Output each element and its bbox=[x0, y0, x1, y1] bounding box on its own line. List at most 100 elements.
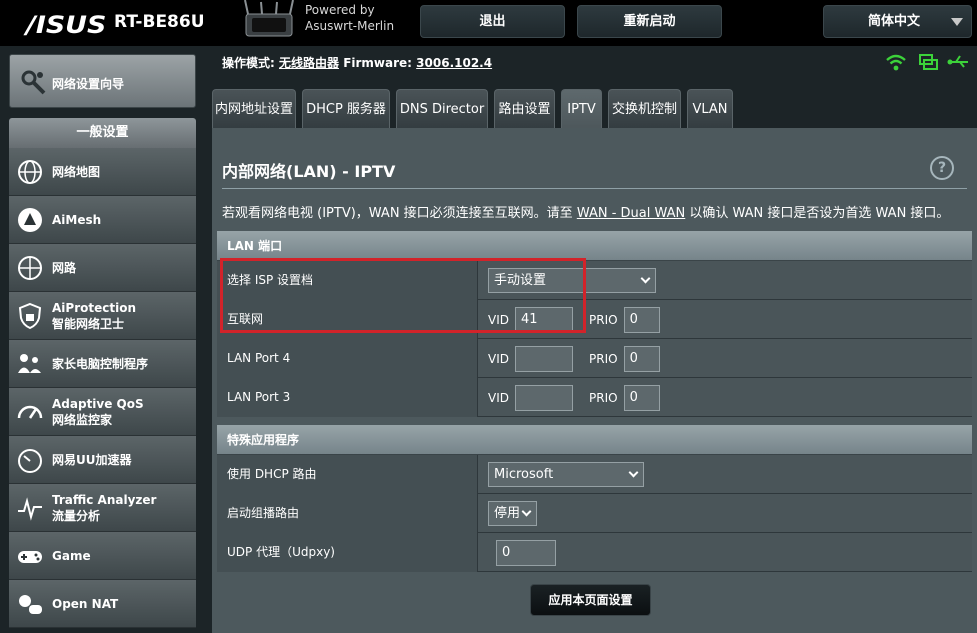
router-model: RT-BE86U bbox=[114, 12, 205, 32]
tab-iptv[interactable]: IPTV bbox=[561, 89, 602, 129]
internet-prio-input[interactable]: 0 bbox=[623, 306, 660, 333]
iptv-panel: 内部网络(LAN) - IPTV ? 若观看网络电视 (IPTV)，WAN 接口… bbox=[212, 128, 977, 633]
reboot-button[interactable]: 重新启动 bbox=[577, 5, 722, 38]
udpxy-input[interactable]: 0 bbox=[496, 539, 556, 566]
table-row: 启动组播路由 停用 bbox=[217, 494, 972, 533]
sidebar-item-sublabel: 流量分析 bbox=[52, 509, 101, 523]
chevron-down-icon bbox=[628, 467, 639, 478]
sidebar-item-label: 家长电脑控制程序 bbox=[52, 357, 149, 371]
wifi-icon[interactable] bbox=[886, 54, 906, 71]
tab-switch-control[interactable]: 交换机控制 bbox=[608, 89, 681, 129]
sidebar-item-label: AiMesh bbox=[52, 213, 102, 227]
family-icon bbox=[18, 354, 41, 373]
logout-button[interactable]: 退出 bbox=[420, 5, 565, 38]
table-row: UDP 代理（Udpxy) 0 bbox=[217, 533, 972, 572]
chevron-down-icon bbox=[640, 273, 651, 284]
language-select[interactable]: 简体中文 bbox=[823, 5, 972, 38]
tab-vlan[interactable]: VLAN bbox=[687, 89, 733, 129]
firmware-link[interactable]: 3006.102.4 bbox=[416, 56, 492, 70]
sidebar-item-sublabel: 网络监控家 bbox=[52, 413, 113, 427]
tab-dhcp-server[interactable]: DHCP 服务器 bbox=[302, 89, 390, 129]
sidebar-item-label: Adaptive QoS bbox=[52, 397, 144, 411]
prio-label: PRIO bbox=[589, 390, 618, 405]
wizard-label: 网络设置向导 bbox=[52, 77, 125, 91]
tab-dns-director[interactable]: DNS Director bbox=[396, 89, 488, 129]
usb-icon[interactable] bbox=[947, 55, 969, 68]
header-bar: /ISUS RT-BE86U Powered by Asuswrt-Merlin… bbox=[0, 0, 977, 46]
dual-wan-link[interactable]: WAN - Dual WAN bbox=[577, 206, 685, 221]
dhcp-route-select[interactable]: Microsoft bbox=[488, 462, 644, 487]
sidebar-item-network[interactable]: 网路 bbox=[9, 244, 196, 292]
sidebar-item-aiprotection[interactable]: AiProtection 智能网络卫士 bbox=[9, 292, 196, 340]
sidebar-item-label: Open NAT bbox=[52, 597, 119, 611]
prio-label: PRIO bbox=[589, 351, 618, 366]
apply-button[interactable]: 应用本页面设置 bbox=[530, 584, 651, 616]
language-value: 简体中文 bbox=[868, 14, 921, 29]
wizard-wrench-icon bbox=[21, 70, 46, 95]
setup-wizard-button[interactable]: 网络设置向导 bbox=[9, 54, 196, 108]
lan-port-4-prio-input[interactable]: 0 bbox=[623, 345, 660, 372]
tab-lan-ip[interactable]: 内网地址设置 bbox=[212, 89, 296, 129]
sidebar-item-label: Game bbox=[52, 549, 91, 563]
special-apps-header: 特殊应用程序 bbox=[217, 425, 972, 455]
open-nat-icon bbox=[19, 595, 42, 614]
sidebar-item-uu-accelerator[interactable]: 网易UU加速器 bbox=[9, 436, 196, 484]
sidebar-item-label: AiProtection bbox=[52, 301, 136, 315]
sidebar-item-sublabel: 智能网络卫士 bbox=[52, 317, 125, 331]
table-row: LAN Port 3 VID PRIO 0 bbox=[217, 378, 972, 417]
sidebar-item-network-map[interactable]: 网络地图 bbox=[9, 148, 196, 196]
traffic-icon bbox=[18, 497, 42, 521]
sidebar-item-traffic-analyzer[interactable]: Traffic Analyzer 流量分析 bbox=[9, 484, 196, 532]
chevron-down-icon bbox=[521, 506, 532, 517]
sidebar-item-label: 网路 bbox=[52, 261, 77, 275]
gauge-icon bbox=[18, 449, 42, 473]
network-icon bbox=[18, 256, 42, 280]
vid-label: VID bbox=[488, 390, 509, 405]
udpxy-label: UDP 代理（Udpxy) bbox=[217, 533, 478, 572]
lan-port-3-label: LAN Port 3 bbox=[217, 378, 478, 417]
page-title: 内部网络(LAN) - IPTV bbox=[222, 162, 396, 181]
vid-label: VID bbox=[488, 351, 509, 366]
shield-lock-icon bbox=[18, 302, 42, 330]
sidebar: 网络设置向导 一般设置 网络地图 AiMesh 网路 AiProtection 智… bbox=[0, 46, 208, 633]
highlight-box bbox=[220, 258, 586, 333]
gamepad-icon bbox=[18, 551, 42, 563]
aimesh-icon bbox=[18, 208, 42, 232]
router-icon bbox=[244, 0, 294, 37]
multicast-route-label: 启动组播路由 bbox=[217, 494, 478, 533]
table-row: 使用 DHCP 路由 Microsoft bbox=[217, 455, 972, 494]
prio-label: PRIO bbox=[589, 312, 618, 327]
help-icon[interactable]: ? bbox=[930, 156, 954, 180]
dhcp-route-label: 使用 DHCP 路由 bbox=[217, 455, 478, 494]
status-icons bbox=[886, 54, 969, 71]
multicast-route-select[interactable]: 停用 bbox=[488, 501, 537, 526]
sidebar-item-label: Traffic Analyzer bbox=[52, 493, 157, 507]
speedometer-icon bbox=[17, 405, 43, 419]
globe-map-icon bbox=[18, 160, 42, 184]
page-description: 若观看网络电视 (IPTV)，WAN 接口必须连接至互联网。请至 WAN - D… bbox=[222, 206, 950, 221]
general-settings-header: 一般设置 bbox=[9, 118, 196, 148]
sidebar-item-label: 网易UU加速器 bbox=[52, 453, 132, 467]
devices-icon[interactable] bbox=[919, 54, 938, 70]
sidebar-menu: 网络地图 AiMesh 网路 AiProtection 智能网络卫士 家长电脑控制… bbox=[9, 148, 196, 628]
lan-port-4-vid-input[interactable] bbox=[515, 345, 573, 372]
table-row: LAN Port 4 VID PRIO 0 bbox=[217, 339, 972, 378]
title-divider bbox=[222, 188, 967, 189]
sidebar-item-parental-control[interactable]: 家长电脑控制程序 bbox=[9, 340, 196, 388]
operation-mode-line: 操作模式: 无线路由器 Firmware: 3006.102.4 bbox=[222, 56, 493, 70]
powered-by: Powered by Asuswrt-Merlin bbox=[305, 3, 395, 33]
chevron-down-icon bbox=[951, 18, 963, 26]
sidebar-item-game[interactable]: Game bbox=[9, 532, 196, 580]
asus-logo[interactable]: /ISUS bbox=[26, 11, 106, 39]
tab-route[interactable]: 路由设置 bbox=[494, 89, 555, 129]
sidebar-item-open-nat[interactable]: Open NAT bbox=[9, 580, 196, 628]
lan-port-3-prio-input[interactable]: 0 bbox=[623, 384, 660, 411]
sidebar-item-aimesh[interactable]: AiMesh bbox=[9, 196, 196, 244]
sidebar-item-adaptive-qos[interactable]: Adaptive QoS 网络监控家 bbox=[9, 388, 196, 436]
sidebar-item-label: 网络地图 bbox=[52, 165, 101, 179]
lan-port-header: LAN 端口 bbox=[217, 231, 972, 261]
lan-port-3-vid-input[interactable] bbox=[515, 384, 573, 411]
special-apps-table: 特殊应用程序 使用 DHCP 路由 Microsoft 启动组播路由 停用 UD… bbox=[217, 425, 972, 572]
lan-port-4-label: LAN Port 4 bbox=[217, 339, 478, 378]
opmode-link[interactable]: 无线路由器 bbox=[279, 56, 339, 70]
